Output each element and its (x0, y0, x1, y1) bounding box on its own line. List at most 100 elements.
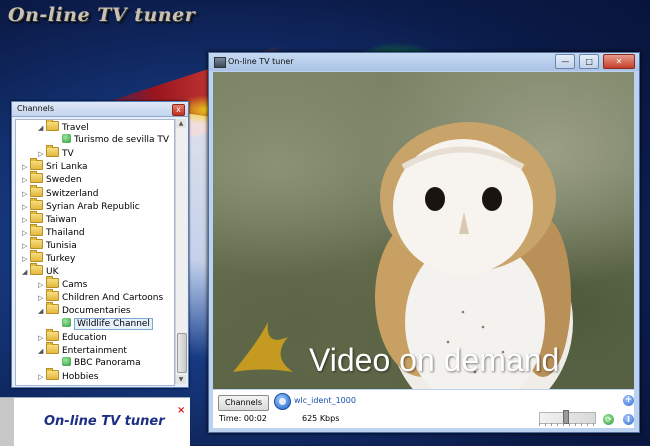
folder-icon (46, 367, 59, 380)
collapse-icon[interactable]: ◢ (38, 345, 46, 358)
folder-icon (46, 145, 59, 158)
expand-icon[interactable]: ▷ (38, 279, 46, 292)
tv-window-title: On-line TV tuner (228, 57, 294, 66)
info-icon[interactable]: i (623, 414, 634, 425)
tree-item-label: Sweden (46, 175, 82, 186)
tree-item-label: Children And Cartoons (62, 293, 164, 304)
tv-channel-icon (62, 134, 71, 144)
tree-folder-item[interactable]: ◢ Travel (38, 120, 89, 135)
expand-icon[interactable]: ▷ (22, 227, 30, 240)
maximize-icon[interactable]: □ (579, 54, 600, 69)
tree-channel-item[interactable]: Wildlife Channel (54, 317, 153, 331)
app-icon (214, 57, 226, 68)
expand-icon[interactable]: ▷ (22, 161, 30, 174)
tree-item-label: Travel (62, 123, 89, 133)
tree-folder-item[interactable]: ◢ Documentaries (38, 302, 131, 318)
tree-folder-item[interactable]: ▷ Syrian Arab Republic (22, 197, 140, 214)
close-icon[interactable]: ✕ (603, 54, 635, 69)
window-controls: — □ ✕ (554, 54, 635, 69)
tree-channel-item[interactable]: BBC Panorama (54, 356, 141, 370)
collapse-icon[interactable]: ◢ (38, 122, 46, 135)
folder-icon (30, 223, 43, 236)
tree-item-label: Taiwan (46, 214, 77, 225)
tree-item-label: Documentaries (62, 306, 131, 317)
folder-icon (46, 120, 59, 131)
tree-item-label: Sri Lanka (46, 162, 88, 173)
channels-window: Channels x ◢ Travel Turismo de sevilla TV ▷… (11, 101, 189, 388)
tree-item-label: Turismo de sevilla TV (74, 135, 170, 146)
tree-item-label: Turkey (46, 254, 76, 264)
tree-item-label: Syrian Arab Republic (46, 201, 140, 212)
folder-icon (30, 171, 43, 184)
expand-icon[interactable]: ▷ (38, 371, 46, 384)
channels-titlebar[interactable]: Channels x (12, 102, 188, 117)
tree-item-label: TV (62, 149, 74, 160)
folder-icon (30, 210, 43, 223)
notification-text: On-line TV tuner (44, 414, 165, 429)
folder-icon (30, 236, 43, 249)
tree-channel-item[interactable]: Turismo de sevilla TV (54, 134, 169, 147)
expand-icon[interactable]: ▷ (22, 240, 30, 253)
tree-folder-item[interactable]: ◢ UK (22, 263, 59, 279)
folder-icon (46, 276, 59, 289)
close-icon[interactable]: × (177, 405, 185, 416)
tree-folder-item[interactable]: ▷ TV (38, 145, 74, 161)
scroll-down-icon[interactable]: ▼ (176, 375, 186, 384)
desktop-app-title: On-line TV tuner (8, 4, 196, 26)
time-readout: Time: 00:02 (219, 414, 267, 423)
tv-titlebar[interactable]: On-line TV tuner — □ ✕ (209, 53, 639, 71)
notification-strip (0, 398, 14, 446)
folder-icon (46, 328, 59, 341)
tree-item-label: Cams (62, 280, 88, 291)
folder-icon (30, 263, 43, 276)
video-overlay-text: Video on demand (309, 342, 560, 378)
tv-channel-icon (62, 356, 71, 366)
tree-item-label: BBC Panorama (74, 357, 141, 368)
folder-icon (30, 184, 43, 197)
tree-item-label: Thailand (46, 227, 85, 238)
folder-icon (46, 341, 59, 354)
folder-icon (46, 289, 59, 302)
video-player[interactable]: Video on demand (213, 72, 634, 389)
player-controls-bar: Channels wlc_ident_1000 Time: 00:02 625 … (213, 390, 634, 428)
scroll-thumb[interactable] (177, 333, 187, 373)
notification-popup[interactable]: On-line TV tuner × (0, 397, 190, 446)
collapse-icon[interactable]: ◢ (22, 266, 30, 279)
minimize-icon[interactable]: — (555, 54, 576, 69)
expand-icon[interactable]: ▷ (22, 253, 30, 266)
expand-icon[interactable]: ▷ (22, 214, 30, 227)
tree-item-label: Hobbies (62, 371, 99, 382)
tv-channel-icon (62, 317, 71, 327)
volume-slider-thumb[interactable] (562, 410, 569, 424)
tree-item-label: Tunisia (46, 240, 77, 251)
tree-folder-item[interactable]: ▷ Hobbies (38, 367, 99, 384)
tv-tuner-window: On-line TV tuner — □ ✕ Video on demand C… (208, 52, 640, 433)
tree-item-label: Switzerland (46, 188, 99, 199)
expand-icon[interactable]: ▷ (22, 188, 30, 201)
folder-icon (30, 158, 43, 171)
tree-folder-item[interactable]: ◢ Entertainment (38, 341, 127, 358)
expand-icon[interactable]: ▷ (38, 148, 46, 161)
tree-item-label: Entertainment (62, 345, 127, 356)
tree-item-label: Wildlife Channel (74, 317, 153, 330)
channels-button[interactable]: Channels (218, 395, 269, 411)
tree-scrollbar[interactable]: ▲ ▼ (175, 119, 187, 384)
expand-icon[interactable]: ▷ (22, 174, 30, 187)
record-icon[interactable] (274, 393, 291, 410)
expand-icon[interactable]: ▷ (38, 332, 46, 345)
folder-icon (30, 250, 43, 262)
expand-icon[interactable]: ▷ (22, 201, 30, 214)
close-icon[interactable]: x (172, 104, 185, 116)
collapse-icon[interactable]: ◢ (38, 305, 46, 318)
scroll-up-icon[interactable]: ▲ (176, 119, 186, 128)
folder-icon (46, 302, 59, 315)
refresh-icon[interactable]: ⟳ (603, 414, 614, 425)
expand-icon[interactable]: ▷ (38, 292, 46, 305)
bitrate-readout: 625 Kbps (302, 414, 340, 423)
stream-name: wlc_ident_1000 (294, 396, 356, 405)
channel-tree: ◢ Travel Turismo de sevilla TV ▷ TV ▷ Sri Lank… (15, 119, 175, 386)
folder-icon (30, 197, 43, 210)
tree-folder-item[interactable]: ▷ Children And Cartoons (38, 289, 164, 305)
add-icon[interactable]: + (623, 395, 634, 406)
tree-item-label: Education (62, 332, 107, 343)
